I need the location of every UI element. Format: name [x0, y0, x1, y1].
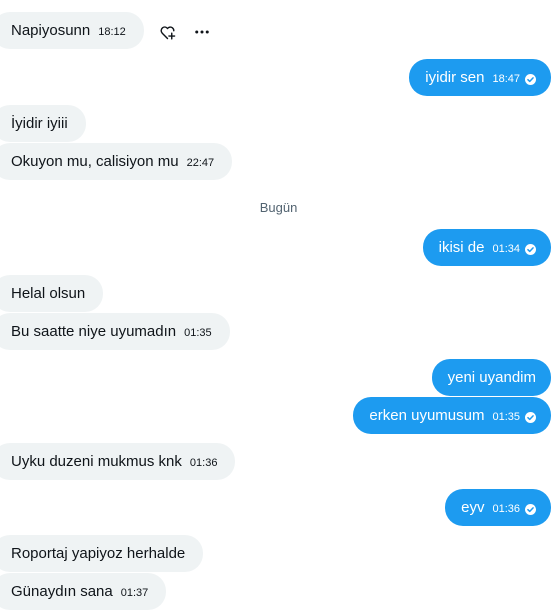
message-bubble-sent[interactable]: eyv 01:36	[445, 489, 551, 526]
message-timestamp: 01:36	[189, 457, 218, 469]
seen-check-icon	[525, 411, 536, 423]
message-text: Uyku duzeni mukmus knk	[11, 453, 182, 470]
message-timestamp: 01:34	[492, 243, 520, 255]
message-text: yeni uyandim	[447, 369, 536, 386]
heart-plus-icon[interactable]	[157, 22, 177, 42]
message-bubble-sent[interactable]: erken uyumusum 01:35	[353, 397, 551, 434]
message-bubble-received[interactable]: Uyku duzeni mukmus knk 01:36	[0, 443, 236, 480]
message-text: eyv	[461, 499, 485, 516]
message-text: erken uyumusum	[369, 407, 485, 424]
message-actions	[157, 22, 212, 42]
message-text: Helal olsun	[11, 285, 86, 302]
message-text: Günaydın sana	[11, 583, 113, 600]
message-text: ikisi de	[438, 239, 485, 256]
message-bubble-received[interactable]: Günaydın sana 01:37	[0, 573, 167, 610]
seen-check-icon	[525, 503, 536, 515]
message-bubble-sent[interactable]: yeni uyandim	[431, 359, 551, 396]
message-timestamp: 01:35	[184, 327, 212, 339]
more-horizontal-icon[interactable]	[192, 22, 212, 42]
message-bubble-received[interactable]: Okuyon mu, calisiyon mu 22:47	[0, 143, 233, 180]
seen-check-icon	[525, 243, 536, 255]
message-bubble-received[interactable]: Helal olsun	[0, 275, 104, 312]
message-bubble-sent[interactable]: ikisi de 01:34	[422, 229, 551, 266]
message-text: İyidir iyiii	[11, 115, 68, 132]
message-text: iyidir sen	[425, 69, 485, 86]
message-timestamp: 01:35	[492, 411, 520, 423]
message-bubble-received[interactable]: Napiyosunn 18:12	[0, 12, 144, 49]
seen-check-icon	[525, 73, 536, 85]
message-text: Napiyosunn	[11, 22, 91, 39]
message-bubble-received[interactable]: İyidir iyiii	[0, 105, 86, 142]
conversation: Napiyosunn 18:12 iyidir sen 18:47 İyidir…	[0, 0, 557, 616]
message-bubble-received[interactable]: Roportaj yapiyoz herhalde	[0, 535, 204, 572]
message-text: Roportaj yapiyoz herhalde	[11, 545, 186, 562]
message-timestamp: 18:12	[98, 26, 126, 38]
message-text: Bu saatte niye uyumadın	[11, 323, 177, 340]
message-timestamp: 01:37	[120, 587, 149, 599]
message-text: Okuyon mu, calisiyon mu	[11, 153, 179, 170]
message-bubble-received[interactable]: Bu saatte niye uyumadın 01:35	[0, 313, 230, 350]
message-bubble-sent[interactable]: iyidir sen 18:47	[409, 59, 551, 96]
message-timestamp: 18:47	[492, 73, 520, 85]
message-timestamp: 22:47	[186, 157, 215, 169]
message-timestamp: 01:36	[492, 503, 520, 515]
date-separator: Bugün	[259, 200, 298, 215]
